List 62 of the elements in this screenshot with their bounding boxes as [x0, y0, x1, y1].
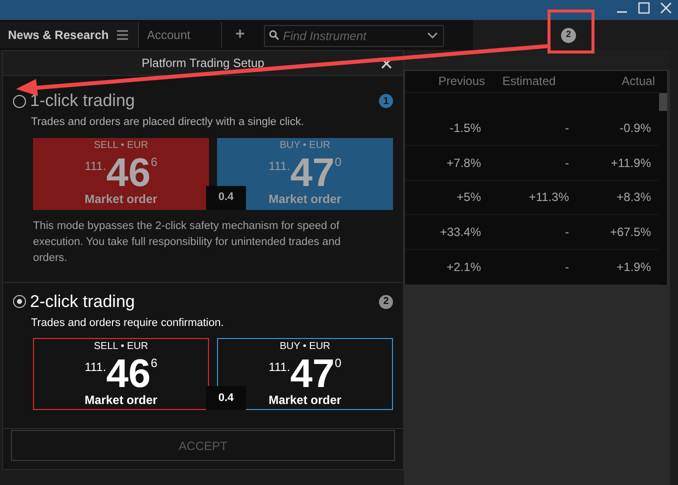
dialog-title: Platform Trading Setup [142, 55, 264, 72]
tab[interactable]: News & Research [0, 22, 139, 48]
price-pips: 47 [290, 355, 335, 393]
chevron-down-icon [427, 32, 438, 39]
price-fraction: 6 [150, 156, 158, 168]
order-type: Market order [268, 393, 342, 407]
search-field[interactable]: Find Instrument [264, 25, 444, 47]
table-cell-text: - [564, 154, 570, 172]
menu-icon[interactable] [116, 30, 128, 40]
spread-value: 0.4 [206, 386, 246, 410]
table-cell-text: - [564, 224, 570, 242]
radio-button[interactable] [13, 94, 26, 108]
table-cell-text: +33.4% [438, 224, 481, 242]
table-cell-text: +1.9% [616, 259, 651, 276]
search-icon [269, 30, 279, 40]
quote-label: BUY • EUR [280, 140, 330, 152]
option-title: 2-click trading [30, 290, 135, 313]
step-badge: 1 [379, 94, 393, 108]
price-pips: 47 [290, 154, 335, 192]
column-header[interactable]: Estimated [485, 72, 573, 90]
price-prefix: 111. [84, 361, 106, 373]
table-cell-text: +11.3% [528, 189, 570, 206]
highlight-frame [548, 10, 594, 54]
close-icon[interactable] [660, 2, 672, 14]
table-cell-text: -0.9% [618, 120, 651, 137]
table-cell-text: +2.1% [446, 259, 481, 276]
add-tab-button[interactable]: + [222, 22, 258, 48]
option-description: Trades and orders are placed directly with a single click. [30, 115, 305, 130]
price-fraction: 6 [150, 357, 158, 369]
radio-button[interactable] [13, 295, 26, 308]
quote-label: SELL • EUR [94, 341, 148, 353]
price-pips: 46 [106, 154, 151, 192]
option-description: Trades and orders require confirmation. [30, 316, 225, 330]
price-fraction: 0 [334, 156, 342, 168]
price-prefix: 111. [268, 160, 290, 172]
scrollbar-thumb[interactable] [659, 93, 667, 111]
price-prefix: 111. [84, 160, 106, 172]
table-cell-text: - [564, 120, 570, 137]
order-type: Market order [84, 192, 158, 206]
table-cell-text: +8.3% [616, 189, 651, 206]
quote-label: SELL • EUR [94, 140, 148, 152]
order-type: Market order [84, 393, 158, 407]
price-pips: 46 [106, 355, 151, 393]
price-prefix: 111. [268, 361, 290, 373]
price-fraction: 0 [334, 357, 342, 369]
warning-text: This mode bypasses the 2-click safety mechanism for speed of execution. You take full responsibility for unintended trades and orders. [32, 218, 342, 266]
column-header[interactable]: Previous [405, 72, 485, 90]
tab[interactable]: Account [139, 22, 222, 48]
step-badge: 2 [379, 294, 393, 308]
maximize-icon[interactable] [638, 2, 650, 14]
table-cell-text: +11.9% [610, 154, 651, 172]
quote-label: BUY • EUR [280, 341, 330, 353]
table-cell-text: -1.5% [448, 120, 481, 137]
order-type: Market order [268, 192, 342, 206]
column-header[interactable]: Actual [573, 72, 655, 90]
option-title: 1-click trading [30, 90, 135, 112]
table-cell-text: - [564, 259, 570, 276]
notification-badge[interactable]: 2 [561, 28, 576, 42]
table-cell-text: +5% [456, 189, 481, 206]
spread-value: 0.4 [206, 186, 246, 210]
table-cell-text: +7.8% [446, 154, 481, 172]
table-cell-text: +67.5% [608, 224, 651, 242]
